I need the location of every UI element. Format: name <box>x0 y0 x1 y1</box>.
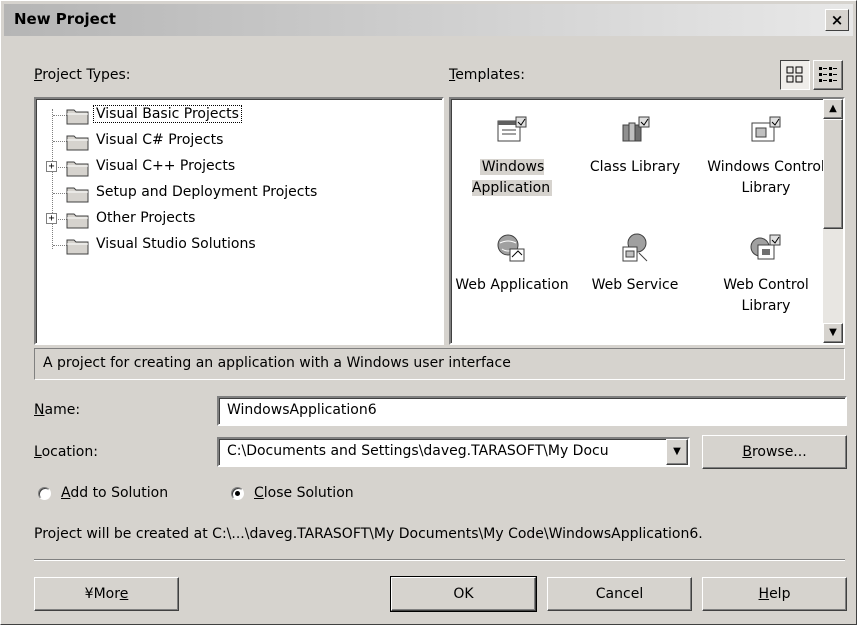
template-label: Web Service <box>591 277 679 293</box>
tree-item-visual-cpp-projects[interactable]: + Visual C++ Projects <box>36 155 436 181</box>
tree-item-label: Visual Studio Solutions <box>96 236 256 252</box>
scroll-up-button[interactable]: ▲ <box>823 99 843 119</box>
tree-item-label: Other Projects <box>96 210 196 226</box>
close-solution-radio[interactable] <box>231 487 244 500</box>
folder-icon <box>66 213 89 229</box>
chevron-down-icon: ▼ <box>673 446 681 457</box>
close-button[interactable]: × <box>825 9 849 31</box>
tree-item-label: Visual C# Projects <box>96 132 224 148</box>
description-text: A project for creating an application wi… <box>43 355 511 371</box>
template-windows-application[interactable]: Windows Application <box>453 109 571 221</box>
templates-list[interactable]: Windows Application Class Library Window… <box>449 97 845 345</box>
template-web-application[interactable]: Web Application <box>453 227 571 339</box>
window-title: New Project <box>14 10 116 28</box>
template-windows-control-library[interactable]: Windows Control Library <box>707 109 825 221</box>
folder-icon <box>66 161 89 177</box>
more-arrow-icon: ¥ <box>84 586 94 602</box>
class-library-icon <box>622 116 650 142</box>
help-button[interactable]: Help <box>702 577 847 611</box>
template-label: Web Application <box>455 277 569 293</box>
small-icons-icon <box>819 67 837 82</box>
project-types-tree[interactable]: Visual Basic Projects Visual C# Projects… <box>34 97 444 345</box>
tree-item-other-projects[interactable]: + Other Projects <box>36 207 436 233</box>
template-class-library[interactable]: Class Library <box>576 109 694 221</box>
title-bar: New Project × <box>4 4 853 36</box>
name-input[interactable]: WindowsApplication6 <box>217 396 847 426</box>
template-label: Web Control Library <box>723 277 809 314</box>
folder-icon <box>66 187 89 203</box>
template-web-service[interactable]: Web Service <box>576 227 694 339</box>
scroll-thumb[interactable] <box>823 119 843 229</box>
location-combobox[interactable]: C:\Documents and Settings\daveg.TARASOFT… <box>217 437 690 467</box>
name-label: Name: <box>34 402 81 418</box>
template-description: A project for creating an application wi… <box>34 348 845 380</box>
small-icons-view-button[interactable] <box>813 60 843 90</box>
tree-item-setup-deployment-projects[interactable]: Setup and Deployment Projects <box>36 181 436 207</box>
add-to-solution-radio[interactable] <box>38 487 51 500</box>
tree-item-label: Visual Basic Projects <box>93 105 242 123</box>
large-icons-view-button[interactable] <box>780 60 810 90</box>
templates-scrollbar[interactable]: ▲ ▼ <box>823 99 843 343</box>
close-solution-label[interactable]: Close Solution <box>254 485 354 501</box>
folder-icon <box>66 239 89 255</box>
new-project-dialog: New Project × Project Types: Templates: <box>0 0 857 625</box>
close-icon: × <box>830 11 844 29</box>
template-web-control-library[interactable]: Web Control Library <box>707 227 825 339</box>
divider <box>34 559 845 561</box>
template-label: Windows Control Library <box>707 159 825 196</box>
web-application-icon <box>497 234 525 262</box>
templates-label: Templates: <box>449 67 525 83</box>
windows-control-library-icon <box>751 116 781 142</box>
add-to-solution-label[interactable]: Add to Solution <box>61 485 168 501</box>
location-value: C:\Documents and Settings\daveg.TARASOFT… <box>227 443 609 459</box>
name-value: WindowsApplication6 <box>227 402 377 418</box>
tree-item-visual-studio-solutions[interactable]: Visual Studio Solutions <box>36 233 436 259</box>
tree-item-label: Visual C++ Projects <box>96 158 236 174</box>
folder-icon <box>66 135 89 151</box>
folder-icon <box>66 109 89 125</box>
project-path-text: Project will be created at C:\...\daveg.… <box>34 526 703 542</box>
tree-item-visual-csharp-projects[interactable]: Visual C# Projects <box>36 129 436 155</box>
template-label: Windows Application <box>471 159 553 196</box>
location-dropdown-button[interactable]: ▼ <box>666 439 688 465</box>
more-button[interactable]: ¥More <box>34 577 179 611</box>
windows-application-icon <box>497 116 527 142</box>
cancel-button[interactable]: Cancel <box>547 577 692 611</box>
web-control-library-icon <box>750 234 781 260</box>
browse-button[interactable]: Browse... <box>702 435 847 469</box>
web-service-icon <box>622 233 648 262</box>
scroll-down-button[interactable]: ▼ <box>823 323 843 343</box>
project-types-label: Project Types: <box>34 67 131 83</box>
template-label: Class Library <box>589 159 681 175</box>
location-label: Location: <box>34 444 98 460</box>
large-icons-icon <box>786 66 803 83</box>
arrow-down-icon: ▼ <box>829 327 837 338</box>
expand-toggle-icon[interactable]: + <box>46 161 57 172</box>
ok-button[interactable]: OK <box>390 576 537 612</box>
arrow-up-icon: ▲ <box>829 103 837 114</box>
tree-item-label: Setup and Deployment Projects <box>96 184 318 200</box>
tree-item-visual-basic-projects[interactable]: Visual Basic Projects <box>36 103 436 129</box>
expand-toggle-icon[interactable]: + <box>46 213 57 224</box>
